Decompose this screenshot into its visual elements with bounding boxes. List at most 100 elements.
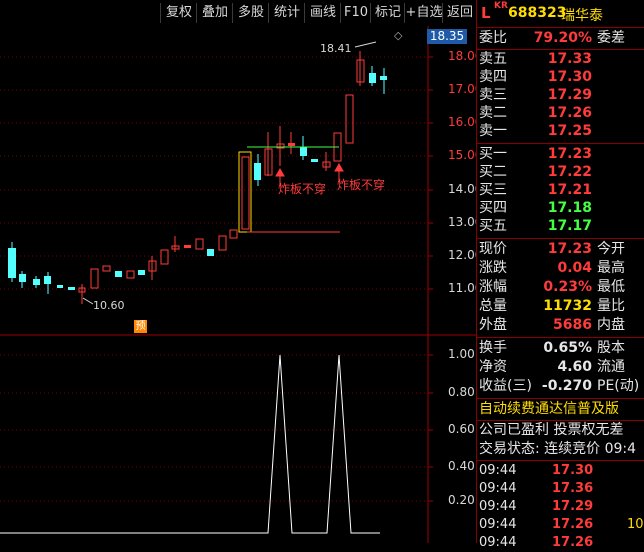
stats-row: 收益(三) -0.270 PE(动) — [477, 378, 644, 395]
panel-divider — [476, 0, 477, 543]
sell-level-3[interactable]: 卖三 17.29 — [477, 87, 644, 104]
sub-label: 内盘 — [597, 317, 625, 333]
back-button[interactable]: 返回 — [442, 3, 477, 23]
label: 买五 — [479, 218, 507, 234]
buy-level-4[interactable]: 买四 17.18 — [477, 200, 644, 217]
tick-row: 09:44 17.30 — [477, 462, 644, 480]
notice-text[interactable]: 自动续费通达信普及版 — [479, 401, 619, 418]
add-watchlist-button[interactable]: +自选 — [404, 3, 443, 23]
statistics-button[interactable]: 统计 — [268, 3, 305, 23]
value: 17.23 — [547, 241, 592, 257]
sub-label: 最低 — [597, 279, 625, 295]
mark-button[interactable]: 标记 — [370, 3, 405, 23]
buy-level-1[interactable]: 买一 17.23 — [477, 146, 644, 163]
quote-row: 涨幅 0.23% 最低 — [477, 279, 644, 296]
indicator-axis-label: 0.20 — [448, 493, 475, 507]
price: 17.26 — [547, 105, 592, 121]
stats-row: 净资 4.60 流通 — [477, 359, 644, 376]
value: 0.65% — [543, 340, 592, 356]
sell-level-1[interactable]: 卖一 17.25 — [477, 123, 644, 140]
indicator-axis-label: 0.80 — [448, 385, 475, 399]
price: 17.23 — [547, 146, 592, 162]
divider — [477, 420, 644, 421]
quote-row: 总量 11732 量比 — [477, 298, 644, 315]
price: 17.30 — [547, 69, 592, 85]
divider — [477, 27, 644, 28]
label: 净资 — [479, 359, 507, 375]
price: 17.17 — [547, 218, 592, 234]
market-tag: L — [481, 4, 491, 22]
quote-panel: L KR 688323 瑞华泰 委比 79.20% 委差 卖五 17.33 卖四 1… — [477, 0, 644, 550]
price: 17.22 — [547, 164, 592, 180]
draw-line-button[interactable]: 画线 — [304, 3, 341, 23]
label: 买一 — [479, 146, 507, 162]
tick-price: 17.29 — [552, 499, 594, 514]
indicator-axis-label: 0.60 — [448, 422, 475, 436]
label: 卖二 — [479, 105, 507, 121]
pre-marker-badge[interactable]: 预 — [134, 320, 147, 333]
label: 买四 — [479, 200, 507, 216]
buy-level-2[interactable]: 买二 17.22 — [477, 164, 644, 181]
tick-row: 09:44 17.36 — [477, 480, 644, 498]
failed-limit-annotation: 炸板不穿 — [278, 182, 327, 196]
trade-status: 交易状态: 连续竞价 09:4 — [477, 441, 644, 458]
quote-row: 涨跌 0.04 最高 — [477, 260, 644, 277]
tick-volume: 10 — [627, 517, 644, 532]
overlay-button[interactable]: 叠加 — [196, 3, 233, 23]
buy-level-5[interactable]: 买五 17.17 — [477, 218, 644, 235]
f10-button[interactable]: F10 — [340, 3, 371, 23]
label: 现价 — [479, 241, 507, 257]
tick-time: 09:44 — [479, 535, 517, 550]
sell-level-2[interactable]: 卖二 17.26 — [477, 105, 644, 122]
divider — [477, 49, 644, 50]
tick-time: 09:44 — [479, 499, 517, 514]
sub-label: 今开 — [597, 241, 625, 257]
stats-row: 换手 0.65% 股本 — [477, 340, 644, 357]
restore-rights-button[interactable]: 复权 — [160, 3, 197, 23]
sub-label: 委差 — [597, 30, 625, 46]
stock-header: L KR 688323 瑞华泰 — [477, 0, 644, 26]
stock-code: 688323 — [508, 5, 567, 21]
divider — [477, 238, 644, 239]
committee-row: 委比 79.20% 委差 — [477, 30, 644, 47]
sell-level-5[interactable]: 卖五 17.33 — [477, 51, 644, 68]
label: 总量 — [479, 298, 507, 314]
tick-time: 09:44 — [479, 463, 517, 478]
sub-label: 股本 — [597, 340, 625, 356]
diamond-icon[interactable]: ◇ — [394, 29, 402, 42]
label: 换手 — [479, 340, 507, 356]
profit-info: 公司已盈利 投票权无差 — [477, 422, 644, 439]
sell-level-4[interactable]: 卖四 17.30 — [477, 69, 644, 86]
high-price-annotation: 18.41 — [320, 42, 352, 55]
label: 卖三 — [479, 87, 507, 103]
profit-text: 公司已盈利 投票权无差 — [479, 422, 624, 438]
stock-name: 瑞华泰 — [561, 8, 603, 24]
label: 委比 — [479, 30, 507, 46]
failed-limit-annotation: 炸板不穿 — [337, 178, 386, 192]
tick-time: 09:44 — [479, 517, 517, 532]
candles — [8, 51, 387, 304]
indicator-axis-label: 0.40 — [448, 459, 475, 473]
buy-level-3[interactable]: 买三 17.21 — [477, 182, 644, 199]
sub-label: PE(动) — [597, 378, 640, 394]
divider — [477, 143, 644, 144]
price: 17.25 — [547, 123, 592, 139]
multi-stock-button[interactable]: 多股 — [232, 3, 269, 23]
super-tag: KR — [494, 1, 508, 11]
kline-svg[interactable] — [0, 26, 476, 543]
value: 4.60 — [557, 359, 592, 375]
sub-label: 量比 — [597, 298, 625, 314]
quote-row: 现价 17.23 今开 — [477, 241, 644, 258]
label: 涨幅 — [479, 279, 507, 295]
subscription-notice[interactable]: 自动续费通达信普及版 — [477, 401, 644, 418]
kline-chart-area[interactable]: 18.35 18.00 17.00 16.00 15.00 14.00 13.0… — [0, 26, 482, 543]
tick-price: 17.30 — [552, 463, 594, 478]
sub-label: 最高 — [597, 260, 625, 276]
label: 收益(三) — [479, 378, 532, 394]
tick-time: 09:44 — [479, 481, 517, 496]
value: 0.23% — [543, 279, 592, 295]
value: 5686 — [553, 317, 592, 333]
tick-price: 17.26 — [552, 517, 594, 532]
label: 卖五 — [479, 51, 507, 67]
quote-row: 外盘 5686 内盘 — [477, 317, 644, 334]
